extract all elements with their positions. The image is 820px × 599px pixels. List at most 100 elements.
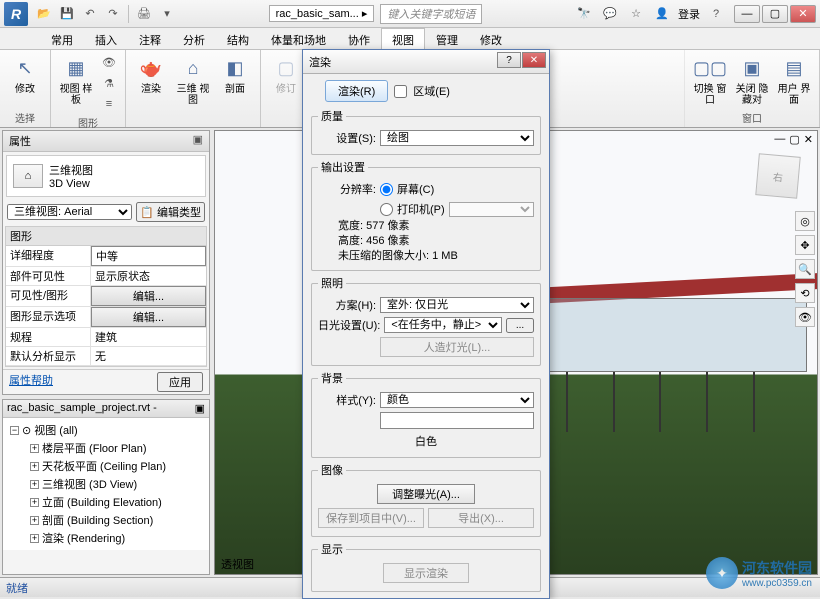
apply-button[interactable]: 应用 xyxy=(157,372,203,392)
nav-wheel-icon[interactable]: ◎ xyxy=(795,211,815,231)
tree-item[interactable]: + 渲染 (Rendering) xyxy=(6,529,206,547)
thin-lines-button[interactable]: ≡ xyxy=(99,94,119,114)
detail-level-field[interactable]: 中等 xyxy=(91,246,206,266)
properties-help-link[interactable]: 属性帮助 xyxy=(9,372,53,392)
expand-icon[interactable]: + xyxy=(30,444,39,453)
orbit-icon[interactable]: ⟲ xyxy=(795,283,815,303)
bg-color-swatch[interactable] xyxy=(380,412,534,429)
tab-collaborate[interactable]: 协作 xyxy=(337,28,381,49)
filters-button[interactable]: ⚗ xyxy=(99,73,119,93)
tree-item[interactable]: + 楼层平面 (Floor Plan) xyxy=(6,439,206,457)
breadcrumb[interactable]: rac_basic_sam... ▸ xyxy=(269,5,375,22)
display-options-button[interactable]: 编辑... xyxy=(91,307,206,327)
tab-analyze[interactable]: 分析 xyxy=(172,28,216,49)
analysis-display-field[interactable]: 无 xyxy=(91,347,206,365)
dialog-close-button[interactable]: ✕ xyxy=(522,52,546,68)
tree-item[interactable]: + 三维视图 (3D View) xyxy=(6,475,206,493)
vg-edit-button[interactable]: 编辑... xyxy=(91,286,206,306)
prop-label: 默认分析显示 xyxy=(6,347,91,365)
watermark: ✦ 河东软件园 www.pc0359.cn xyxy=(706,557,812,589)
favorite-icon[interactable]: ☆ xyxy=(626,4,646,24)
pan-icon[interactable]: ✥ xyxy=(795,235,815,255)
vp-close-icon[interactable]: ✕ xyxy=(804,133,813,146)
print-icon[interactable]: 🖨 xyxy=(134,4,154,24)
zoom-icon[interactable]: 🔍 xyxy=(795,259,815,279)
tab-view[interactable]: 视图 xyxy=(381,28,425,50)
tab-modify[interactable]: 修改 xyxy=(469,28,513,49)
tab-home[interactable]: 常用 xyxy=(40,28,84,49)
3d-view-button[interactable]: ⌂ 三维 视图 xyxy=(174,52,212,108)
printer-radio[interactable] xyxy=(380,203,393,216)
expand-icon[interactable]: + xyxy=(30,480,39,489)
tab-structure[interactable]: 结构 xyxy=(216,28,260,49)
quality-select[interactable]: 绘图 xyxy=(380,130,534,146)
tab-massing[interactable]: 体量和场地 xyxy=(260,28,337,49)
app-logo[interactable]: R xyxy=(4,2,28,26)
project-tree[interactable]: − ⊙ 视图 (all) + 楼层平面 (Floor Plan) + 天花板平面… xyxy=(3,418,209,550)
undo-icon[interactable]: ↶ xyxy=(80,4,100,24)
run-render-button[interactable]: 渲染(R) xyxy=(325,80,388,102)
login-link[interactable]: 登录 xyxy=(678,6,700,22)
tree-item[interactable]: + 剖面 (Building Section) xyxy=(6,511,206,529)
close-hidden-button[interactable]: ▣ 关闭 隐藏对 xyxy=(733,52,771,108)
properties-close-icon[interactable]: ▣ xyxy=(193,133,203,149)
expand-icon[interactable]: + xyxy=(30,462,39,471)
more-icon[interactable]: ▾ xyxy=(157,4,177,24)
modify-button[interactable]: ↖ 修改 xyxy=(6,52,44,97)
export-button: 导出(X)... xyxy=(428,508,534,528)
tab-insert[interactable]: 插入 xyxy=(84,28,128,49)
minimize-button[interactable]: — xyxy=(734,5,760,23)
view-selector[interactable]: 三维视图: Aerial xyxy=(7,204,132,220)
visibility-button[interactable]: 👁 xyxy=(99,52,119,72)
open-icon[interactable]: 📂 xyxy=(34,4,54,24)
dialog-title: 渲染 xyxy=(309,54,331,70)
expand-icon[interactable]: + xyxy=(30,534,39,543)
display-fieldset: 显示 显示渲染 xyxy=(311,541,541,592)
tab-annotate[interactable]: 注释 xyxy=(128,28,172,49)
collapse-icon[interactable]: − xyxy=(10,426,19,435)
look-icon[interactable]: 👁 xyxy=(795,307,815,327)
sun-select[interactable]: <在任务中，静止> xyxy=(384,317,502,333)
expand-icon[interactable]: + xyxy=(30,498,39,507)
parts-visibility-field[interactable]: 显示原状态 xyxy=(91,267,206,285)
sun-settings-button[interactable]: ... xyxy=(506,318,534,333)
maximize-button[interactable]: ▢ xyxy=(762,5,788,23)
communicate-icon[interactable]: 💬 xyxy=(600,4,620,24)
discipline-field[interactable]: 建筑 xyxy=(91,328,206,346)
screen-radio[interactable] xyxy=(380,183,393,196)
dialog-help-button[interactable]: ? xyxy=(497,52,521,68)
bg-style-select[interactable]: 颜色 xyxy=(380,392,534,408)
binoculars-icon[interactable]: 🔭 xyxy=(574,4,594,24)
expand-icon[interactable]: + xyxy=(30,516,39,525)
tree-root[interactable]: − ⊙ 视图 (all) xyxy=(6,421,206,439)
browser-close-icon[interactable]: ▣ xyxy=(195,402,205,415)
view-template-button[interactable]: ▦ 视图 样板 xyxy=(57,52,95,108)
section-button[interactable]: ◧ 剖面 xyxy=(216,52,254,97)
save-icon[interactable]: 💾 xyxy=(57,4,77,24)
view-cube[interactable]: 右 xyxy=(755,153,801,199)
prop-group-graphics[interactable]: 图形 xyxy=(6,227,206,246)
vp-minimize-icon[interactable]: — xyxy=(774,133,785,146)
help-icon[interactable]: ? xyxy=(706,4,726,24)
redo-icon[interactable]: ↷ xyxy=(103,4,123,24)
tree-item[interactable]: + 立面 (Building Elevation) xyxy=(6,493,206,511)
ui-button[interactable]: ▤ 用户 界面 xyxy=(775,52,813,108)
close-button[interactable]: ✕ xyxy=(790,5,816,23)
switch-windows-button[interactable]: ▢▢ 切换 窗口 xyxy=(691,52,729,108)
region-checkbox[interactable] xyxy=(394,85,407,98)
render-button[interactable]: 🫖 渲染 xyxy=(132,52,170,97)
show-rendering-button: 显示渲染 xyxy=(383,563,469,583)
scheme-select[interactable]: 室外: 仅日光 xyxy=(380,297,534,313)
user-icon[interactable]: 👤 xyxy=(652,4,672,24)
ribbon-tabs: 常用 插入 注释 分析 结构 体量和场地 协作 视图 管理 修改 xyxy=(0,28,820,50)
vp-maximize-icon[interactable]: ▢ xyxy=(789,133,799,146)
edit-type-button[interactable]: 📋 编辑类型 xyxy=(136,202,205,222)
search-input[interactable]: 键入关键字或短语 xyxy=(380,4,482,24)
adjust-exposure-button[interactable]: 调整曝光(A)... xyxy=(377,484,475,504)
quality-fieldset: 质量 设置(S): 绘图 xyxy=(311,108,541,155)
tab-manage[interactable]: 管理 xyxy=(425,28,469,49)
tree-item[interactable]: + 天花板平面 (Ceiling Plan) xyxy=(6,457,206,475)
revisions-button[interactable]: ▢ 修订 xyxy=(267,52,305,97)
region-label: 区域(E) xyxy=(413,83,450,99)
status-text: 就绪 xyxy=(6,580,28,596)
